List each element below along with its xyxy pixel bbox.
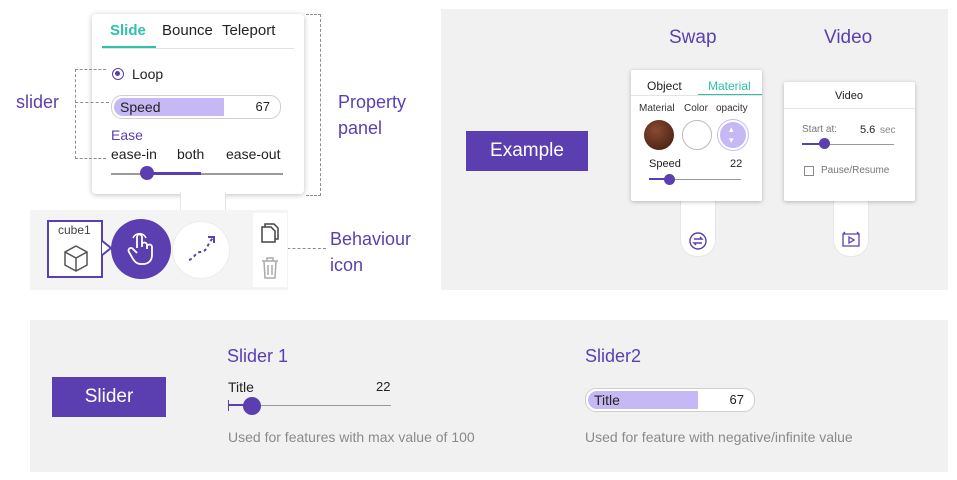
- video-heading: Video: [824, 27, 873, 48]
- property-panel: Slide Bounce Teleport Loop Speed 67 Ease…: [92, 14, 304, 194]
- start-at-unit: sec: [880, 125, 896, 136]
- speed-value: 67: [255, 99, 270, 114]
- swap-speed-label: Speed: [649, 158, 681, 170]
- swap-card: Object Material Material Color opacity ▴…: [631, 70, 762, 201]
- annotation-behaviour: Behaviour: [330, 229, 412, 249]
- annotation-slider: slider: [16, 92, 60, 112]
- loop-radio[interactable]: [112, 68, 124, 80]
- swap-heading: Swap: [669, 27, 717, 48]
- material-swatch[interactable]: [644, 120, 674, 150]
- annotation-icon: icon: [330, 255, 364, 275]
- slider1-heading: Slider 1: [227, 346, 289, 366]
- slider2-title: Title: [594, 392, 620, 408]
- pause-resume-checkbox[interactable]: [804, 166, 814, 176]
- start-at-knob[interactable]: [819, 138, 830, 149]
- tab-divider: [102, 48, 294, 49]
- slide-behaviour-button[interactable]: [173, 222, 229, 278]
- cube-icon: [64, 245, 88, 272]
- color-swatch[interactable]: [682, 120, 712, 150]
- property-panel-bracket: [306, 14, 321, 196]
- opacity-swatch[interactable]: ▴ ▾: [718, 120, 748, 150]
- video-connector: [833, 200, 869, 257]
- swap-connector: [680, 200, 716, 257]
- start-at-value: 5.6: [860, 124, 876, 136]
- swap-col-opacity: opacity: [716, 103, 748, 114]
- swap-tab-object[interactable]: Object: [647, 79, 682, 93]
- annotation-panel: panel: [338, 118, 383, 138]
- swap-tab-material[interactable]: Material: [708, 79, 751, 93]
- slider2-value: 67: [729, 392, 744, 407]
- slider-pointer: [75, 102, 109, 103]
- touch-hand-icon: [127, 232, 153, 265]
- slider2-description: Used for feature with negative/infinite …: [585, 429, 853, 445]
- swap-col-material: Material: [639, 103, 675, 114]
- loop-label: Loop: [132, 66, 164, 82]
- slider-bracket: [75, 69, 106, 159]
- tab-teleport[interactable]: Teleport: [222, 22, 275, 39]
- video-card-title: Video: [835, 90, 863, 102]
- start-at-label: Start at:: [802, 124, 838, 135]
- opacity-arrows-icon: ▴ ▾: [729, 124, 734, 145]
- slider2-heading: Slider2: [585, 346, 642, 366]
- annotation-property: Property: [338, 92, 407, 112]
- swap-speed-knob[interactable]: [664, 174, 675, 185]
- video-title-divider: [784, 108, 915, 109]
- pause-resume-label: Pause/Resume: [821, 165, 890, 176]
- slider1-knob[interactable]: [243, 397, 261, 415]
- copy-icon[interactable]: [260, 222, 280, 244]
- slider-section: [30, 320, 948, 472]
- example-badge: Example: [466, 131, 588, 171]
- slider-badge: Slider: [52, 377, 166, 417]
- slider1-value: 22: [376, 379, 391, 394]
- side-tools: [253, 213, 287, 287]
- speed-label: Speed: [120, 99, 161, 115]
- slider1-title: Title: [228, 379, 254, 395]
- ease-option-out[interactable]: ease-out: [226, 146, 280, 162]
- tab-slide[interactable]: Slide: [110, 22, 146, 39]
- slider2-pill[interactable]: Title 67: [585, 388, 755, 412]
- swap-speed-value: 22: [730, 158, 743, 170]
- ease-option-both[interactable]: both: [177, 146, 204, 162]
- ease-label: Ease: [111, 127, 143, 143]
- trash-icon[interactable]: [261, 257, 279, 279]
- speed-slider[interactable]: Speed 67: [111, 95, 281, 119]
- video-icon[interactable]: [841, 231, 861, 249]
- ease-track-fill: [148, 172, 201, 175]
- tab-bounce[interactable]: Bounce: [162, 22, 213, 39]
- object-name: cube1: [58, 223, 91, 237]
- video-card: Video Start at: 5.6 sec Pause/Resume: [784, 82, 915, 201]
- slide-path-icon: [188, 236, 215, 261]
- ease-knob[interactable]: [140, 166, 154, 180]
- ease-option-in[interactable]: ease-in: [111, 146, 157, 162]
- slider1-description: Used for features with max value of 100: [228, 429, 475, 445]
- swap-col-color: Color: [684, 103, 708, 114]
- touch-behaviour-button[interactable]: [111, 219, 171, 279]
- swap-tab-divider: [631, 95, 762, 96]
- object-chip[interactable]: cube1: [47, 220, 103, 278]
- swap-icon[interactable]: [688, 231, 708, 251]
